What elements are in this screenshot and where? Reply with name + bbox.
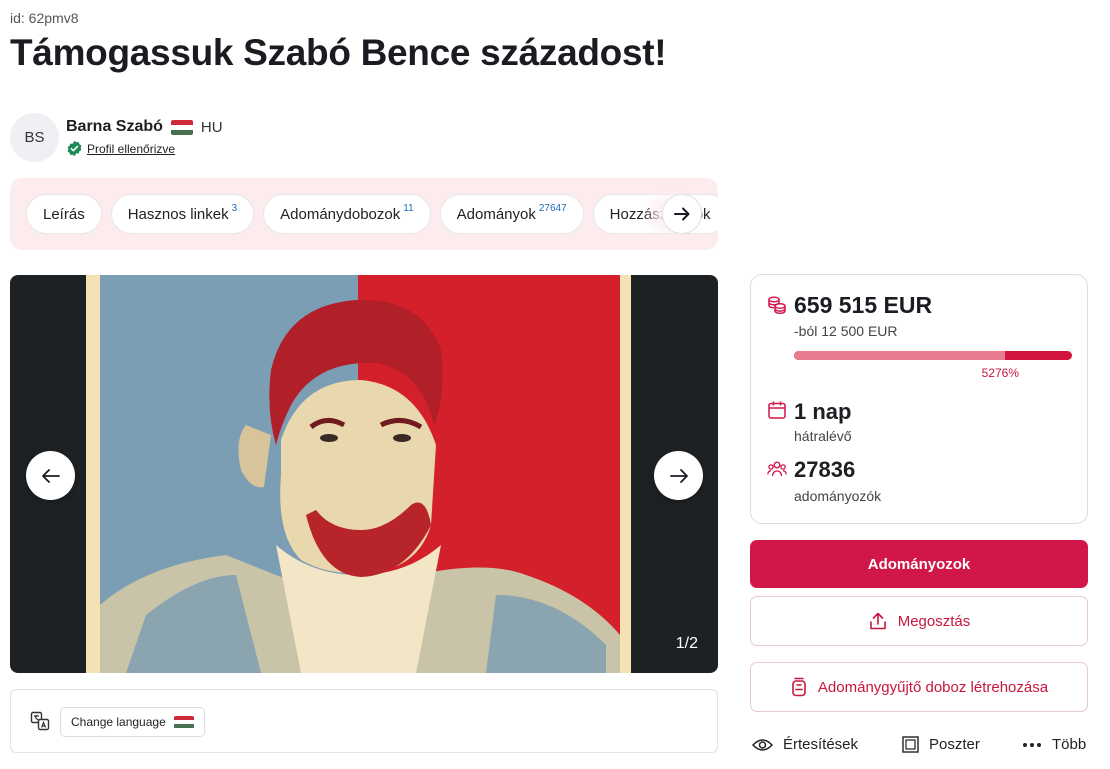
arrow-right-icon [674, 207, 690, 221]
calendar-icon [768, 401, 786, 419]
tab-count: 11 [403, 202, 414, 214]
arrow-left-icon [41, 468, 60, 483]
tab-count: 27647 [538, 202, 567, 214]
tabs-list: Leírás Hasznos linkek 3 Adománydobozok 11 … [26, 194, 718, 234]
more-dots-icon [1023, 742, 1041, 747]
organizer-country: HU [200, 118, 223, 136]
campaign-photo [86, 275, 631, 673]
donate-button[interactable]: Adományozok [750, 540, 1088, 588]
donor-count-label: adományozók [794, 488, 882, 504]
tab-label: Leírás [43, 205, 85, 223]
donors-icon [767, 461, 787, 477]
days-remaining: 1 nap [794, 399, 852, 424]
notifications-button[interactable]: Értesítések [752, 736, 858, 753]
translate-icon [30, 711, 50, 731]
tabs-scroll-right-button[interactable] [662, 194, 702, 234]
verified-badge: Profil ellenőrizve [66, 140, 223, 157]
poster-button[interactable]: Poszter [902, 736, 980, 753]
hungary-flag-icon [170, 119, 193, 135]
organizer-name[interactable]: Barna Szabó [66, 118, 163, 136]
change-language-button[interactable]: Change language [60, 707, 205, 737]
progress-bar [794, 351, 1072, 360]
tab-useful-links[interactable]: Hasznos linkek 3 [110, 194, 255, 234]
tab-label: Hasznos linkek [127, 205, 229, 223]
share-button[interactable]: Megosztás [750, 596, 1088, 646]
gallery-next-button[interactable] [654, 451, 703, 500]
page-title: Támogassuk Szabó Bence századost! [10, 32, 667, 73]
tab-label: Adománydobozok [280, 205, 401, 223]
donor-count: 27836 [794, 457, 856, 482]
share-label: Megosztás [897, 612, 971, 630]
secondary-actions: Értesítések Poszter Több [752, 736, 1088, 758]
arrow-right-icon [669, 468, 688, 483]
organizer-name-row: Barna Szabó HU [66, 118, 223, 136]
fundraising-stats-card: 659 515 EUR -ból 12 500 EUR 5276% 1 nap … [750, 274, 1088, 524]
language-bar: Change language [10, 689, 718, 753]
goal-amount: -ból 12 500 EUR [794, 323, 898, 339]
tab-description[interactable]: Leírás [26, 194, 102, 234]
organizer-info: Barna Szabó HU Profil ellenőrizve [66, 118, 223, 157]
tab-donations[interactable]: Adományok 27647 [439, 194, 584, 234]
gallery-counter: 1/2 [667, 629, 706, 659]
campaign-id: id: 62pmv8 [10, 10, 79, 26]
donation-box-icon [792, 677, 806, 697]
section-tabs: Leírás Hasznos linkek 3 Adománydobozok 11 … [10, 178, 718, 250]
gallery-previous-button[interactable] [26, 451, 75, 500]
verified-check-icon [67, 140, 82, 157]
tab-label: Adományok [456, 205, 536, 223]
days-remaining-label: hátralévő [794, 428, 852, 444]
tab-count: 3 [231, 202, 238, 214]
notifications-label: Értesítések [783, 736, 859, 753]
change-language-label: Change language [71, 715, 166, 729]
more-label: Több [1052, 736, 1087, 753]
image-gallery: 1/2 [10, 275, 718, 673]
raised-amount: 659 515 EUR [794, 292, 933, 318]
progress-percent: 5276% [981, 366, 1019, 380]
coins-icon [768, 296, 786, 315]
create-donation-box-label: Adománygyűjtő doboz létrehozása [817, 678, 1049, 696]
more-button[interactable]: Több [1022, 736, 1086, 753]
poster-icon [902, 736, 919, 753]
hungary-flag-icon [173, 715, 194, 729]
poster-label: Poszter [929, 736, 980, 753]
create-donation-box-button[interactable]: Adománygyűjtő doboz létrehozása [750, 662, 1088, 712]
share-icon [869, 612, 886, 630]
tab-donation-boxes[interactable]: Adománydobozok 11 [263, 194, 431, 234]
eye-icon [752, 738, 773, 751]
verified-profile-link[interactable]: Profil ellenőrizve [87, 142, 175, 156]
organizer-block: BS Barna Szabó HU Profil ellenőrizve [10, 113, 223, 162]
avatar[interactable]: BS [10, 113, 59, 162]
progress-bar-fill [794, 351, 1006, 360]
